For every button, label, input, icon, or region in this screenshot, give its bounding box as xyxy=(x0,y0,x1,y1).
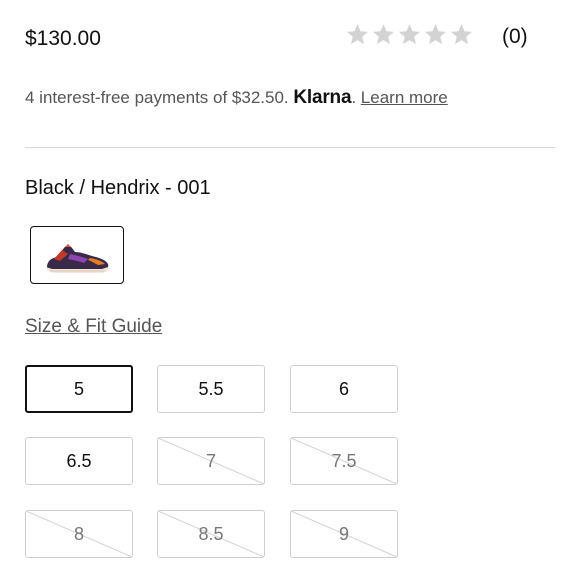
size-fit-guide-link[interactable]: Size & Fit Guide xyxy=(25,316,162,338)
size-label: 8.5 xyxy=(198,523,224,544)
size-option-6-5[interactable]: 6.5 xyxy=(25,437,133,485)
size-label: 5.5 xyxy=(198,378,224,399)
sneaker-thumbnail-icon xyxy=(46,244,109,273)
star-icon xyxy=(345,22,370,47)
size-label: 7 xyxy=(205,450,216,471)
klarna-installment-text: 4 interest-free payments of $32.50. xyxy=(25,88,289,107)
size-option-7[interactable]: 7 xyxy=(157,437,265,485)
size-option-6[interactable]: 6 xyxy=(290,365,398,413)
klarna-logo: Klarna xyxy=(293,87,352,108)
price: $130.00 xyxy=(25,27,101,50)
star-icon xyxy=(371,22,396,47)
klarna-installments: 4 interest-free payments of $32.50. Klar… xyxy=(25,87,448,109)
star-rating[interactable] xyxy=(345,22,474,47)
size-label: 6.5 xyxy=(66,450,92,471)
size-option-8-5[interactable]: 8.5 xyxy=(157,510,265,558)
size-label: 5 xyxy=(73,378,84,399)
klarna-period: . xyxy=(351,88,357,107)
review-count[interactable]: (0) xyxy=(502,25,528,49)
divider xyxy=(25,147,555,148)
size-label: 6 xyxy=(338,378,349,399)
learn-more-link[interactable]: Learn more xyxy=(361,88,448,107)
size-option-5-5[interactable]: 5.5 xyxy=(157,365,265,413)
star-icon xyxy=(423,22,448,47)
size-option-8[interactable]: 8 xyxy=(25,510,133,558)
color-name: Black / Hendrix - 001 xyxy=(25,177,211,199)
color-swatch[interactable] xyxy=(30,226,124,284)
size-option-5[interactable]: 5 xyxy=(25,365,133,413)
star-icon xyxy=(449,22,474,47)
size-label: 9 xyxy=(338,523,349,544)
size-label: 8 xyxy=(73,523,84,544)
size-label: 7.5 xyxy=(331,450,357,471)
size-option-7-5[interactable]: 7.5 xyxy=(290,437,398,485)
star-icon xyxy=(397,22,422,47)
size-option-9[interactable]: 9 xyxy=(290,510,398,558)
